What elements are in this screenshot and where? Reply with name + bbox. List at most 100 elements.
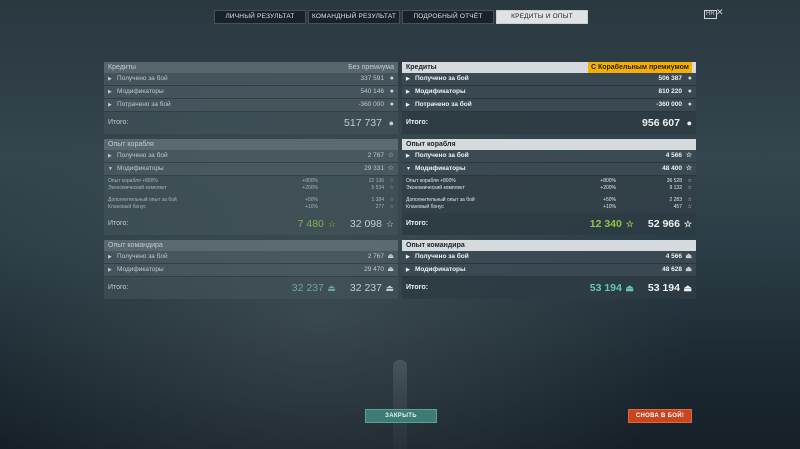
ship-xp-modifiers-row[interactable]: ▼ Модификаторы 48 400 ☆ xyxy=(402,163,696,176)
xp-star-icon: ☆ xyxy=(387,165,394,172)
row-value: -360 000 xyxy=(358,101,384,108)
tab-detailed-report[interactable]: ПОДРОБНЫЙ ОТЧЁТ xyxy=(402,10,494,24)
tab-credits-xp[interactable]: КРЕДИТЫ И ОПЫТ xyxy=(496,10,588,24)
expand-arrow-icon: ▶ xyxy=(406,254,410,260)
collapse-arrow-icon: ▼ xyxy=(406,166,411,172)
expand-arrow-icon: ▶ xyxy=(108,153,112,159)
expand-arrow-icon: ▶ xyxy=(108,102,112,108)
commander-xp-earned-row[interactable]: ▶ Получено за бой 2 767 ⏏ xyxy=(104,251,398,264)
credits-modifiers-row[interactable]: ▶ Модификаторы 810 220 ● xyxy=(402,86,696,99)
section-title: Кредиты xyxy=(108,64,136,71)
ship-xp-total-value: 32 098 xyxy=(349,218,382,230)
row-label: Потрачено за бой xyxy=(117,101,171,108)
total-label: Итого: xyxy=(108,119,129,126)
total-label: Итого: xyxy=(406,284,429,291)
expand-arrow-icon: ▶ xyxy=(406,89,410,95)
free-xp-total-value: 7 480 xyxy=(297,218,324,230)
xp-star-icon: ☆ xyxy=(387,152,394,159)
commander-xp-modifiers-row[interactable]: ▶ Модификаторы 29 470 ⏏ xyxy=(104,264,398,277)
section-title: Опыт корабля xyxy=(108,141,154,148)
battle-again-button[interactable]: СНОВА В БОЙ! xyxy=(628,409,692,423)
commander-xp-earned-row[interactable]: ▶ Получено за бой 4 566 ⏏ xyxy=(402,251,696,264)
xp-star-icon: ☆ xyxy=(385,219,394,229)
row-label: Получено за бой xyxy=(415,152,469,159)
total-label: Итого: xyxy=(406,220,429,227)
no-premium-column: Кредиты Без премиума ▶ Получено за бой 3… xyxy=(104,62,398,299)
row-label: Модификаторы xyxy=(117,88,164,95)
credits-earned-row[interactable]: ▶ Получено за бой 506 387 ● xyxy=(402,73,696,86)
section-subtitle: Без премиума xyxy=(348,64,394,71)
expand-arrow-icon: ▶ xyxy=(108,76,112,82)
commander-xp-header: Опыт командира xyxy=(104,240,398,251)
row-label: Получено за бой xyxy=(117,253,168,260)
modifier-detail-row: Дополнительный опыт за бой +50% 2 283 ☆ xyxy=(406,197,692,203)
credits-coin-icon: ● xyxy=(388,118,394,128)
row-value: 29 470 xyxy=(364,266,384,273)
commander-xp-modifiers-row[interactable]: ▶ Модификаторы 48 628 ⏏ xyxy=(402,264,696,277)
row-value: 48 400 xyxy=(662,165,682,172)
free-xp-star-icon: ☆ xyxy=(625,219,634,229)
result-tabs: ЛИЧНЫЙ РЕЗУЛЬТАТ КОМАНДНЫЙ РЕЗУЛЬТАТ ПОД… xyxy=(214,10,590,24)
ship-xp-modifier-details: Опыт корабля +800% +800% 36 528 ☆ Эконом… xyxy=(402,176,696,213)
collapse-arrow-icon: ▼ xyxy=(108,166,113,172)
row-label: Получено за бой xyxy=(117,152,168,159)
commander-xp-icon: ⏏ xyxy=(683,283,692,293)
credits-total-row: Итого: 517 737 ● xyxy=(104,112,398,134)
total-label: Итого: xyxy=(108,220,129,227)
commander-xp-icon: ⏏ xyxy=(385,283,394,293)
tab-personal-result[interactable]: ЛИЧНЫЙ РЕЗУЛЬТАТ xyxy=(214,10,306,24)
modifier-detail-row: Опыт корабля +800% +800% 36 528 ☆ xyxy=(406,178,692,184)
ship-xp-modifiers-row[interactable]: ▼ Модификаторы 29 331 ☆ xyxy=(104,163,398,176)
elite-commander-xp-icon: ⏏ xyxy=(327,283,336,293)
credits-coin-icon: ● xyxy=(389,88,394,95)
commander-xp-icon: ⏏ xyxy=(387,266,394,273)
ship-xp-earned-row[interactable]: ▶ Получено за бой 4 566 ☆ xyxy=(402,150,696,163)
row-label: Модификаторы xyxy=(415,165,466,172)
premium-badge: С Корабельным премиумом xyxy=(587,62,692,73)
expand-arrow-icon: ▶ xyxy=(108,89,112,95)
commander-xp-icon: ⏏ xyxy=(685,266,692,273)
expand-arrow-icon: ▶ xyxy=(108,267,112,273)
row-label: Получено за бой xyxy=(117,75,168,82)
row-label: Получено за бой xyxy=(415,253,469,260)
commander-xp-header: Опыт командира xyxy=(402,240,696,251)
expand-arrow-icon: ▶ xyxy=(108,254,112,260)
credits-coin-icon: ● xyxy=(687,75,692,82)
ship-xp-earned-row[interactable]: ▶ Получено за бой 2 767 ☆ xyxy=(104,150,398,163)
xp-star-icon: ☆ xyxy=(687,185,692,191)
ship-xp-total-row: Итого: 12 340 ☆ 52 966 ☆ xyxy=(402,213,696,235)
premium-column: Кредиты С Корабельным премиумом ▶ Получе… xyxy=(402,62,696,299)
credits-spent-row[interactable]: ▶ Потрачено за бой -360 000 ● xyxy=(402,99,696,112)
row-label: Модификаторы xyxy=(415,266,466,273)
total-label: Итого: xyxy=(406,119,429,126)
ship-xp-modifier-details: Опыт корабля +800% +800% 22 136 ☆ Эконом… xyxy=(104,176,398,213)
credits-spent-row[interactable]: ▶ Потрачено за бой -360 000 ● xyxy=(104,99,398,112)
credits-coin-icon: ● xyxy=(389,75,394,82)
credits-modifiers-row[interactable]: ▶ Модификаторы 540 146 ● xyxy=(104,86,398,99)
close-button[interactable]: ЗАКРЫТЬ xyxy=(365,409,437,423)
modifier-detail-row: Клановый бонус +10% 457 ☆ xyxy=(406,204,692,210)
tab-team-result[interactable]: КОМАНДНЫЙ РЕЗУЛЬТАТ xyxy=(308,10,400,24)
section-title: Опыт командира xyxy=(406,242,465,249)
xp-star-icon: ☆ xyxy=(687,204,692,210)
xp-star-icon: ☆ xyxy=(687,197,692,203)
commander-xp-total-value: 53 194 xyxy=(647,282,680,294)
row-label: Модификаторы xyxy=(415,88,466,95)
hr-badge-icon[interactable]: HR xyxy=(704,10,717,19)
credits-earned-row[interactable]: ▶ Получено за бой 337 591 ● xyxy=(104,73,398,86)
xp-star-icon: ☆ xyxy=(683,219,692,229)
xp-star-icon: ☆ xyxy=(687,178,692,184)
credits-total-value: 517 737 xyxy=(344,117,382,129)
section-title: Опыт корабля xyxy=(406,141,456,148)
total-label: Итого: xyxy=(108,284,129,291)
modifier-detail-row: Экономический комплект +200% 5 534 ☆ xyxy=(108,185,394,191)
row-value: 29 331 xyxy=(364,165,384,172)
row-value: 810 220 xyxy=(658,88,683,95)
expand-arrow-icon: ▶ xyxy=(406,102,410,108)
row-label: Потрачено за бой xyxy=(415,101,472,108)
close-icon[interactable]: ✕ xyxy=(716,7,724,18)
row-label: Модификаторы xyxy=(117,266,164,273)
modifier-detail-row: Экономический комплект +200% 9 132 ☆ xyxy=(406,185,692,191)
row-label: Получено за бой xyxy=(415,75,469,82)
credits-total-value: 956 607 xyxy=(642,117,680,129)
